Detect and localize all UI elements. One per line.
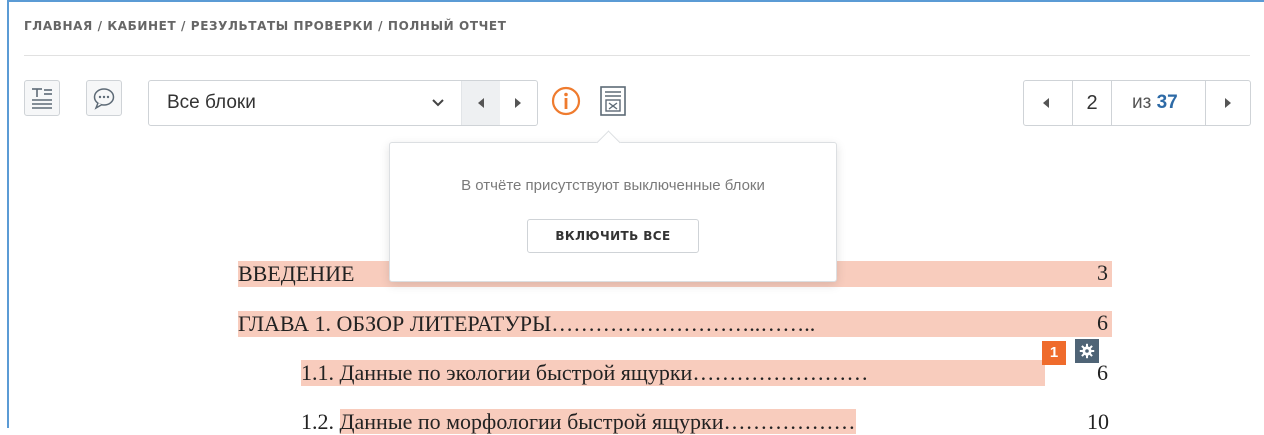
text-view-icon: [32, 88, 52, 109]
disabled-blocks-popover: В отчёте присутствуют выключенные блоки …: [389, 130, 837, 282]
caret-left-icon: [478, 98, 484, 108]
toc-line-text: ВВЕДЕНИЕ: [238, 261, 355, 286]
chevron-down-icon[interactable]: [431, 97, 445, 109]
header-divider: [24, 55, 1250, 56]
match-count-badge[interactable]: 1: [1042, 341, 1066, 365]
toc-line-1-2[interactable]: 1.2. Данные по морфологии быстрой ящурки…: [301, 409, 856, 435]
comments-icon: [93, 88, 115, 110]
toc-page-number: 6: [1097, 360, 1108, 385]
page-next-button[interactable]: [1205, 81, 1250, 125]
toc-line-prefix: 1.2.: [301, 409, 340, 434]
gear-icon: [1079, 343, 1095, 359]
breadcrumb: ГЛАВНАЯ / КАБИНЕТ / РЕЗУЛЬТАТЫ ПРОВЕРКИ …: [24, 19, 507, 33]
comments-button[interactable]: [86, 80, 122, 116]
of-label: из: [1132, 92, 1152, 113]
caret-left-icon: [1043, 98, 1049, 108]
page-total-count: 37: [1156, 92, 1178, 113]
document-x-icon[interactable]: [598, 85, 628, 117]
block-filter-select[interactable]: Все блоки: [148, 80, 538, 126]
toc-line-chapter-1[interactable]: ГЛАВА 1. ОБЗОР ЛИТЕРАТУРЫ………………………..……..: [238, 311, 1112, 337]
page-total-label: из 37: [1132, 92, 1178, 114]
match-settings-button[interactable]: [1075, 339, 1099, 363]
page-prev-button[interactable]: [1024, 81, 1068, 125]
block-filter-value: Все блоки: [167, 92, 256, 113]
page-pager: 2 из 37: [1023, 80, 1251, 126]
info-icon[interactable]: [551, 86, 581, 116]
enable-all-button[interactable]: ВКЛЮЧИТЬ ВСЕ: [527, 219, 699, 253]
toc-page-number: 6: [1097, 310, 1108, 335]
caret-right-icon: [1225, 98, 1231, 108]
toc-line-text: Данные по морфологии быстрой ящурки………………: [339, 409, 856, 434]
page-number-input[interactable]: 2: [1072, 81, 1112, 125]
popover-message: В отчёте присутствуют выключенные блоки: [461, 177, 765, 194]
caret-right-icon: [515, 98, 521, 108]
block-next-button[interactable]: [499, 81, 537, 125]
block-prev-button[interactable]: [461, 81, 500, 125]
toc-line-text: ГЛАВА 1. ОБЗОР ЛИТЕРАТУРЫ………………………..……..: [238, 311, 816, 336]
toc-page-number: 3: [1097, 260, 1108, 285]
toc-page-number: 10: [1087, 409, 1109, 434]
toc-line-text: 1.1. Данные по экологии быстрой ящурки………: [301, 360, 869, 385]
text-view-button[interactable]: [24, 80, 60, 116]
toc-line-1-1[interactable]: 1.1. Данные по экологии быстрой ящурки………: [301, 360, 1045, 386]
